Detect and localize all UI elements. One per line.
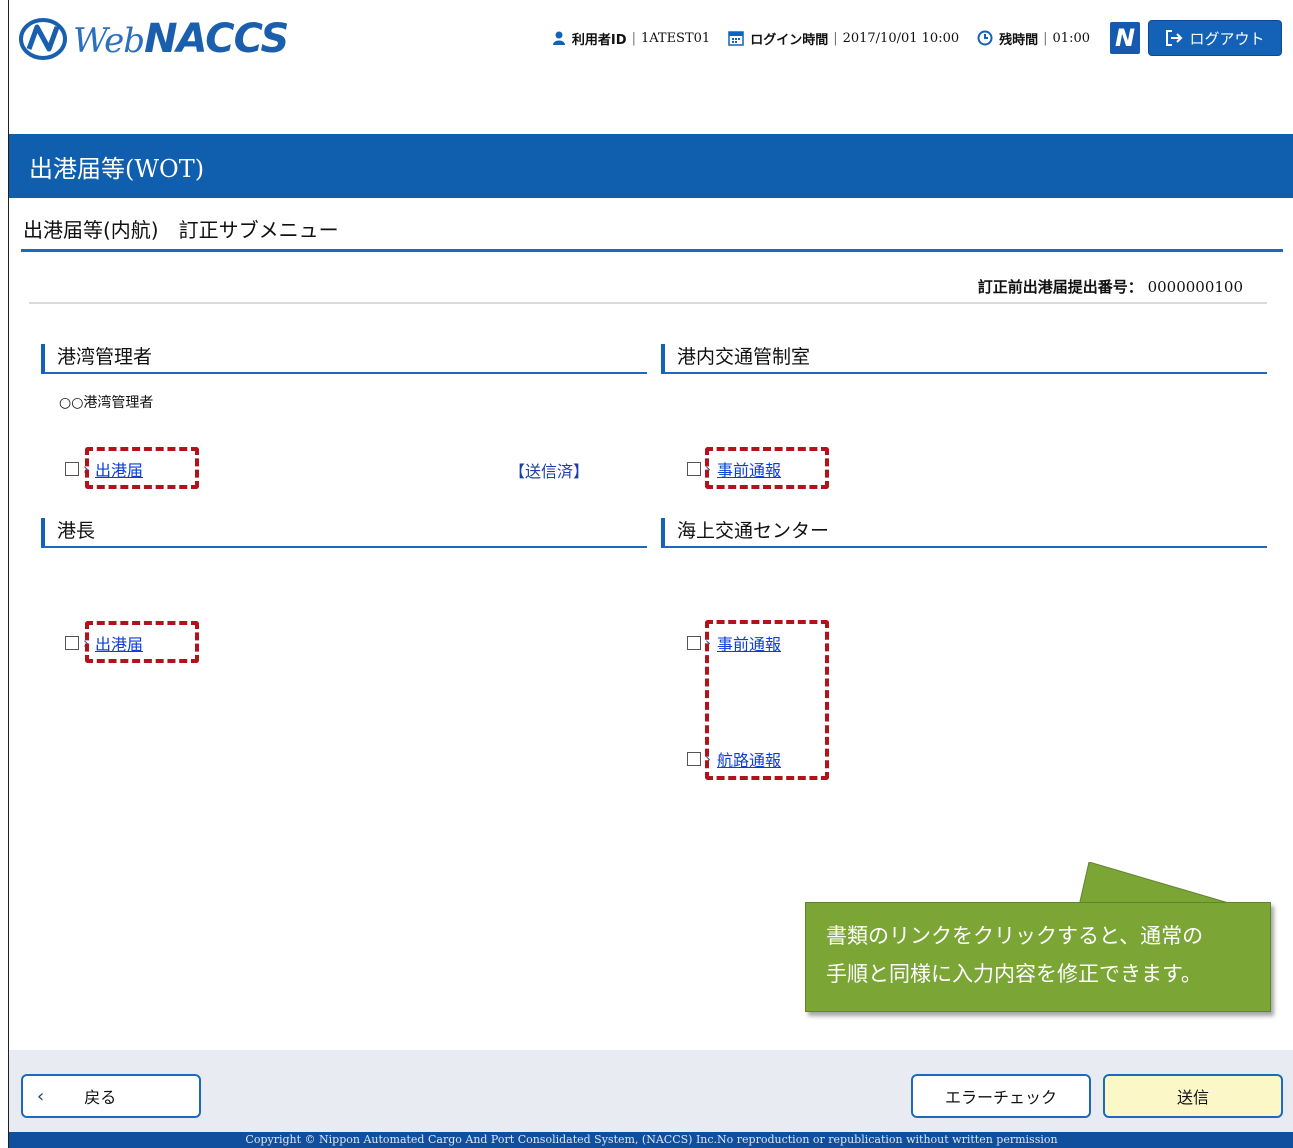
maritime-center-link-row-1: › 事前通報	[687, 632, 781, 654]
back-button[interactable]: ‹ 戻る	[21, 1074, 201, 1118]
chevron-right-icon: ›	[705, 460, 711, 478]
divider: |	[631, 30, 636, 46]
port-manager-departure-link[interactable]: 出港届	[95, 457, 143, 481]
footer-bar	[9, 1050, 1293, 1132]
harbor-master-departure-link[interactable]: 出港届	[95, 631, 143, 655]
page-title: 出港届等(WOT)	[9, 134, 1293, 198]
back-label: 戻る	[84, 1088, 117, 1107]
chevron-right-icon: ›	[83, 634, 89, 652]
callout-tail	[1079, 862, 1239, 906]
traffic-control-advance-notice-checkbox[interactable]	[687, 462, 701, 476]
maritime-center-route-notice-link[interactable]: 航路通報	[717, 747, 781, 771]
harbor-master-link-row: › 出港届	[65, 632, 143, 654]
chevron-left-icon: ‹	[37, 1085, 45, 1107]
logo-web-text: Web	[73, 21, 145, 61]
port-manager-departure-checkbox[interactable]	[65, 462, 79, 476]
naccs-emblem-icon	[19, 18, 67, 60]
correction-number-label: 訂正前出港届提出番号：	[977, 278, 1143, 296]
callout-line-2: 手順と同様に入力内容を修正できます。	[826, 962, 1202, 986]
send-label: 送信	[1176, 1088, 1209, 1107]
divider: |	[1043, 30, 1048, 46]
section-port-manager-heading: 港湾管理者	[41, 344, 647, 374]
remaining-time-value: 01:00	[1052, 30, 1090, 46]
login-time-label: ログイン時間	[750, 32, 829, 48]
correction-number-row: 訂正前出港届提出番号： 0000000100	[29, 276, 1267, 304]
chevron-right-icon: ›	[705, 750, 711, 768]
section-traffic-control-heading: 港内交通管制室	[661, 344, 1267, 374]
logout-icon	[1166, 30, 1183, 46]
maritime-center-link-row-2: › 航路通報	[687, 748, 781, 770]
user-icon	[552, 31, 566, 45]
correction-number-value: 0000000100	[1147, 278, 1243, 296]
logo-naccs-text: NACCS	[144, 16, 289, 62]
harbor-master-departure-checkbox[interactable]	[65, 636, 79, 650]
port-manager-name: ○○港湾管理者	[59, 395, 154, 411]
user-id-label: 利用者ID	[571, 32, 627, 48]
logo-text: WebNACCS	[73, 16, 289, 62]
clock-icon	[977, 30, 993, 46]
traffic-control-link-row: › 事前通報	[687, 458, 781, 480]
section-maritime-center-heading: 海上交通センター	[661, 518, 1267, 548]
user-id-value: 1ATEST01	[640, 30, 711, 46]
section-harbor-master-heading: 港長	[41, 518, 647, 548]
divider: |	[833, 30, 838, 46]
chevron-right-icon: ›	[705, 634, 711, 652]
header: WebNACCS 利用者ID | 1ATEST01 ログイン時間 | 2017/…	[9, 0, 1293, 80]
maritime-center-advance-notice-checkbox[interactable]	[687, 636, 701, 650]
user-info-bar: 利用者ID | 1ATEST01 ログイン時間 | 2017/10/01 10:…	[552, 20, 1282, 56]
send-button[interactable]: 送信	[1103, 1074, 1283, 1118]
chevron-right-icon: ›	[83, 460, 89, 478]
login-time-value: 2017/10/01 10:00	[842, 30, 960, 46]
copyright: Copyright © Nippon Automated Cargo And P…	[9, 1132, 1293, 1148]
remaining-time-label: 残時間	[999, 32, 1039, 48]
logo: WebNACCS	[19, 16, 289, 62]
sent-status-badge: 【送信済】	[509, 462, 590, 481]
logout-button[interactable]: ログアウト	[1148, 20, 1282, 56]
logout-label: ログアウト	[1189, 29, 1265, 48]
page-subtitle: 出港届等(内航) 訂正サブメニュー	[21, 214, 1283, 252]
traffic-control-advance-notice-link[interactable]: 事前通報	[717, 457, 781, 481]
error-check-label: エラーチェック	[944, 1088, 1057, 1107]
tip-callout: 書類のリンクをクリックすると、通常の 手順と同様に入力内容を修正できます。	[805, 902, 1271, 1012]
calendar-icon	[728, 30, 744, 46]
naccs-n-button[interactable]: N	[1110, 22, 1140, 54]
maritime-center-advance-notice-link[interactable]: 事前通報	[717, 631, 781, 655]
error-check-button[interactable]: エラーチェック	[911, 1074, 1091, 1118]
port-manager-link-row: › 出港届	[65, 458, 143, 480]
maritime-center-route-notice-checkbox[interactable]	[687, 752, 701, 766]
callout-line-1: 書類のリンクをクリックすると、通常の	[826, 924, 1204, 948]
app-window: WebNACCS 利用者ID | 1ATEST01 ログイン時間 | 2017/…	[8, 0, 1293, 1148]
